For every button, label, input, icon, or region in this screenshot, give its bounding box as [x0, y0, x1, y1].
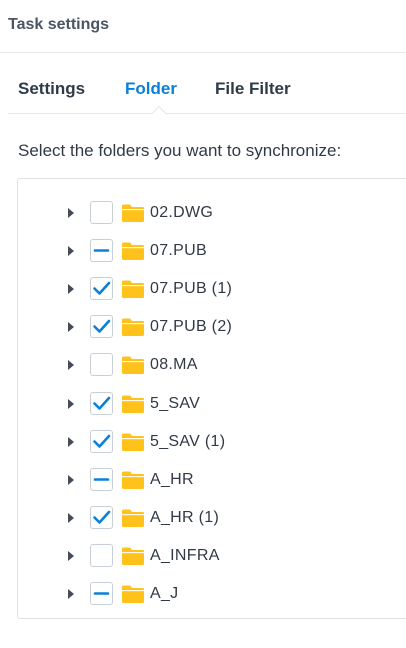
folder-tree[interactable]: 02.DWG 07.PUB 07.PUB (1) 07.PUB (2) 08.MA 5_S…: [17, 178, 406, 619]
folder-name: 5_SAV: [150, 394, 201, 412]
expand-arrow-icon[interactable]: [68, 474, 74, 485]
folder-name: A_J: [150, 585, 179, 602]
folder-icon: [121, 203, 145, 223]
expand-arrow-icon[interactable]: [68, 284, 74, 295]
checkmark-icon: [93, 510, 111, 524]
folder-name: 07.PUB (1): [150, 280, 233, 298]
tab-folder[interactable]: Folder: [125, 79, 177, 99]
folder-checkbox[interactable]: [90, 201, 113, 224]
folder-checkbox[interactable]: [90, 239, 113, 263]
expand-arrow-icon[interactable]: [68, 322, 74, 333]
folder-name: A_HR (1): [150, 508, 220, 526]
expand-arrow-icon[interactable]: [68, 436, 74, 447]
folder-icon: [121, 584, 145, 604]
folder-checkbox[interactable]: [90, 582, 113, 605]
folder-name: 08.MA: [150, 356, 198, 374]
folder-tree-row[interactable]: 5_SAV: [18, 391, 406, 417]
checkmark-icon: [93, 281, 111, 295]
tab-bar: Settings Folder File Filter: [8, 76, 406, 121]
folder-icon: [121, 432, 145, 452]
expand-arrow-icon[interactable]: [68, 208, 74, 218]
folder-name: 07.PUB (2): [150, 318, 233, 336]
checkmark-icon: [93, 319, 111, 334]
folder-tree-row[interactable]: 07.PUB: [18, 238, 406, 264]
tab-file-filter[interactable]: File Filter: [215, 79, 291, 99]
folder-name: A_INFRA: [150, 546, 220, 564]
folder-name: 02.DWG: [150, 204, 214, 221]
folder-name: 07.PUB: [150, 242, 207, 260]
folder-selection-instruction: Select the folders you want to synchroni…: [18, 141, 342, 160]
folder-tree-row[interactable]: A_HR: [18, 467, 406, 493]
folder-name: A_HR: [150, 470, 194, 488]
expand-arrow-icon[interactable]: [68, 360, 74, 371]
expand-arrow-icon[interactable]: [68, 246, 74, 257]
folder-checkbox[interactable]: [90, 315, 113, 339]
folder-tree-row[interactable]: A_HR (1): [18, 505, 406, 531]
folder-checkbox[interactable]: [90, 467, 113, 491]
dialog-header: Task settings: [0, 0, 406, 53]
folder-checkbox[interactable]: [90, 429, 113, 453]
folder-tree-row[interactable]: A_INFRA: [18, 543, 406, 569]
folder-checkbox[interactable]: [90, 505, 113, 529]
folder-tree-row[interactable]: 02.DWG: [18, 200, 406, 226]
folder-checkbox[interactable]: [90, 543, 113, 567]
folder-tree-row[interactable]: 07.PUB (2): [18, 314, 406, 340]
folder-checkbox[interactable]: [90, 391, 113, 415]
folder-icon: [121, 355, 145, 375]
folder-icon: [121, 546, 145, 566]
folder-tree-row[interactable]: 5_SAV (1): [18, 429, 406, 455]
partial-check-icon: [93, 592, 110, 595]
partial-check-icon: [93, 477, 110, 481]
checkmark-icon: [93, 434, 111, 448]
folder-icon: [121, 241, 145, 261]
folder-icon: [121, 279, 145, 299]
folder-checkbox[interactable]: [90, 277, 113, 301]
folder-icon: [121, 394, 145, 414]
expand-arrow-icon[interactable]: [68, 512, 74, 523]
expand-arrow-icon[interactable]: [68, 589, 74, 599]
checkmark-icon: [93, 396, 111, 410]
folder-icon: [121, 470, 145, 490]
folder-tree-row[interactable]: A_J: [18, 581, 406, 607]
partial-check-icon: [93, 249, 110, 252]
folder-icon: [121, 317, 145, 337]
folder-checkbox[interactable]: [90, 353, 113, 377]
expand-arrow-icon[interactable]: [68, 398, 74, 409]
active-tab-indicator: [151, 105, 167, 121]
expand-arrow-icon[interactable]: [68, 550, 74, 561]
folder-icon: [121, 508, 145, 528]
tab-settings[interactable]: Settings: [18, 79, 85, 99]
dialog-title: Task settings: [8, 16, 110, 33]
folder-name: 5_SAV (1): [150, 432, 226, 450]
folder-tree-row[interactable]: 07.PUB (1): [18, 276, 406, 302]
folder-tree-row[interactable]: 08.MA: [18, 352, 406, 378]
